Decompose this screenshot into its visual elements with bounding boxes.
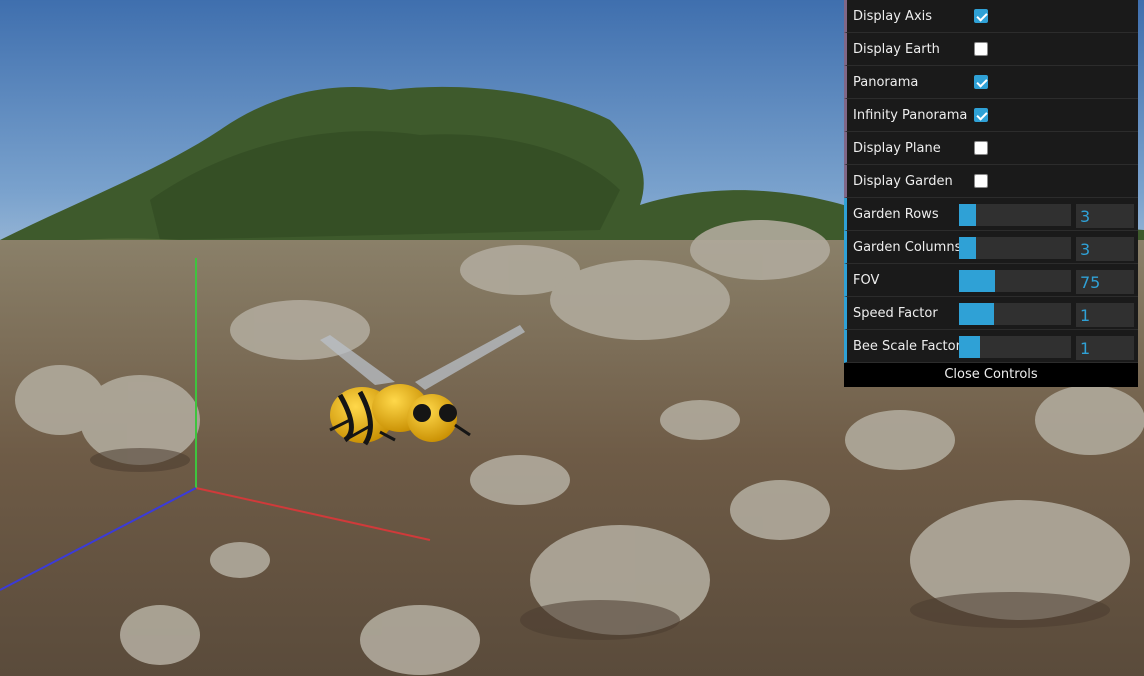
display-earth-checkbox[interactable] (974, 42, 988, 56)
fov-slider[interactable] (959, 270, 1071, 292)
fov-input[interactable]: 75 (1076, 270, 1134, 294)
speed-factor-input[interactable]: 1 (1076, 303, 1134, 327)
close-controls-button[interactable]: Close Controls (844, 363, 1138, 387)
display-axis-label: Display Axis (853, 9, 933, 24)
display-plane-label: Display Plane (853, 141, 941, 156)
display-plane-row[interactable]: Display Plane (844, 132, 1138, 165)
display-axis-row[interactable]: Display Axis (844, 0, 1138, 33)
display-earth-label: Display Earth (853, 42, 940, 57)
slider-fill (959, 303, 994, 325)
infinity-panorama-checkbox[interactable] (974, 108, 988, 122)
garden-rows-label: Garden Rows (853, 207, 939, 222)
speed-factor-row: Speed Factor 1 (844, 297, 1138, 330)
slider-fill (959, 336, 981, 358)
garden-columns-slider[interactable] (959, 237, 1071, 259)
infinity-panorama-row[interactable]: Infinity Panorama (844, 99, 1138, 132)
bee-scale-factor-label: Bee Scale Factor (853, 339, 961, 354)
display-garden-row[interactable]: Display Garden (844, 165, 1138, 198)
panorama-checkbox[interactable] (974, 75, 988, 89)
panorama-label: Panorama (853, 75, 919, 90)
garden-columns-input[interactable]: 3 (1076, 237, 1134, 261)
garden-rows-row: Garden Rows 3 (844, 198, 1138, 231)
infinity-panorama-label: Infinity Panorama (853, 108, 968, 123)
slider-fill (959, 204, 976, 226)
display-garden-checkbox[interactable] (974, 174, 988, 188)
bee-scale-factor-slider[interactable] (959, 336, 1071, 358)
bee-scale-factor-input[interactable]: 1 (1076, 336, 1134, 360)
display-axis-checkbox[interactable] (974, 9, 988, 23)
garden-columns-row: Garden Columns 3 (844, 231, 1138, 264)
fov-row: FOV 75 (844, 264, 1138, 297)
display-earth-row[interactable]: Display Earth (844, 33, 1138, 66)
garden-rows-input[interactable]: 3 (1076, 204, 1134, 228)
speed-factor-label: Speed Factor (853, 306, 938, 321)
panorama-row[interactable]: Panorama (844, 66, 1138, 99)
slider-fill (959, 237, 976, 259)
speed-factor-slider[interactable] (959, 303, 1071, 325)
slider-fill (959, 270, 995, 292)
garden-columns-label: Garden Columns (853, 240, 962, 255)
display-plane-checkbox[interactable] (974, 141, 988, 155)
garden-rows-slider[interactable] (959, 204, 1071, 226)
bee-scale-factor-row: Bee Scale Factor 1 (844, 330, 1138, 363)
fov-label: FOV (853, 273, 880, 288)
controls-panel: Display Axis Display Earth Panorama Infi… (844, 0, 1138, 387)
display-garden-label: Display Garden (853, 174, 953, 189)
